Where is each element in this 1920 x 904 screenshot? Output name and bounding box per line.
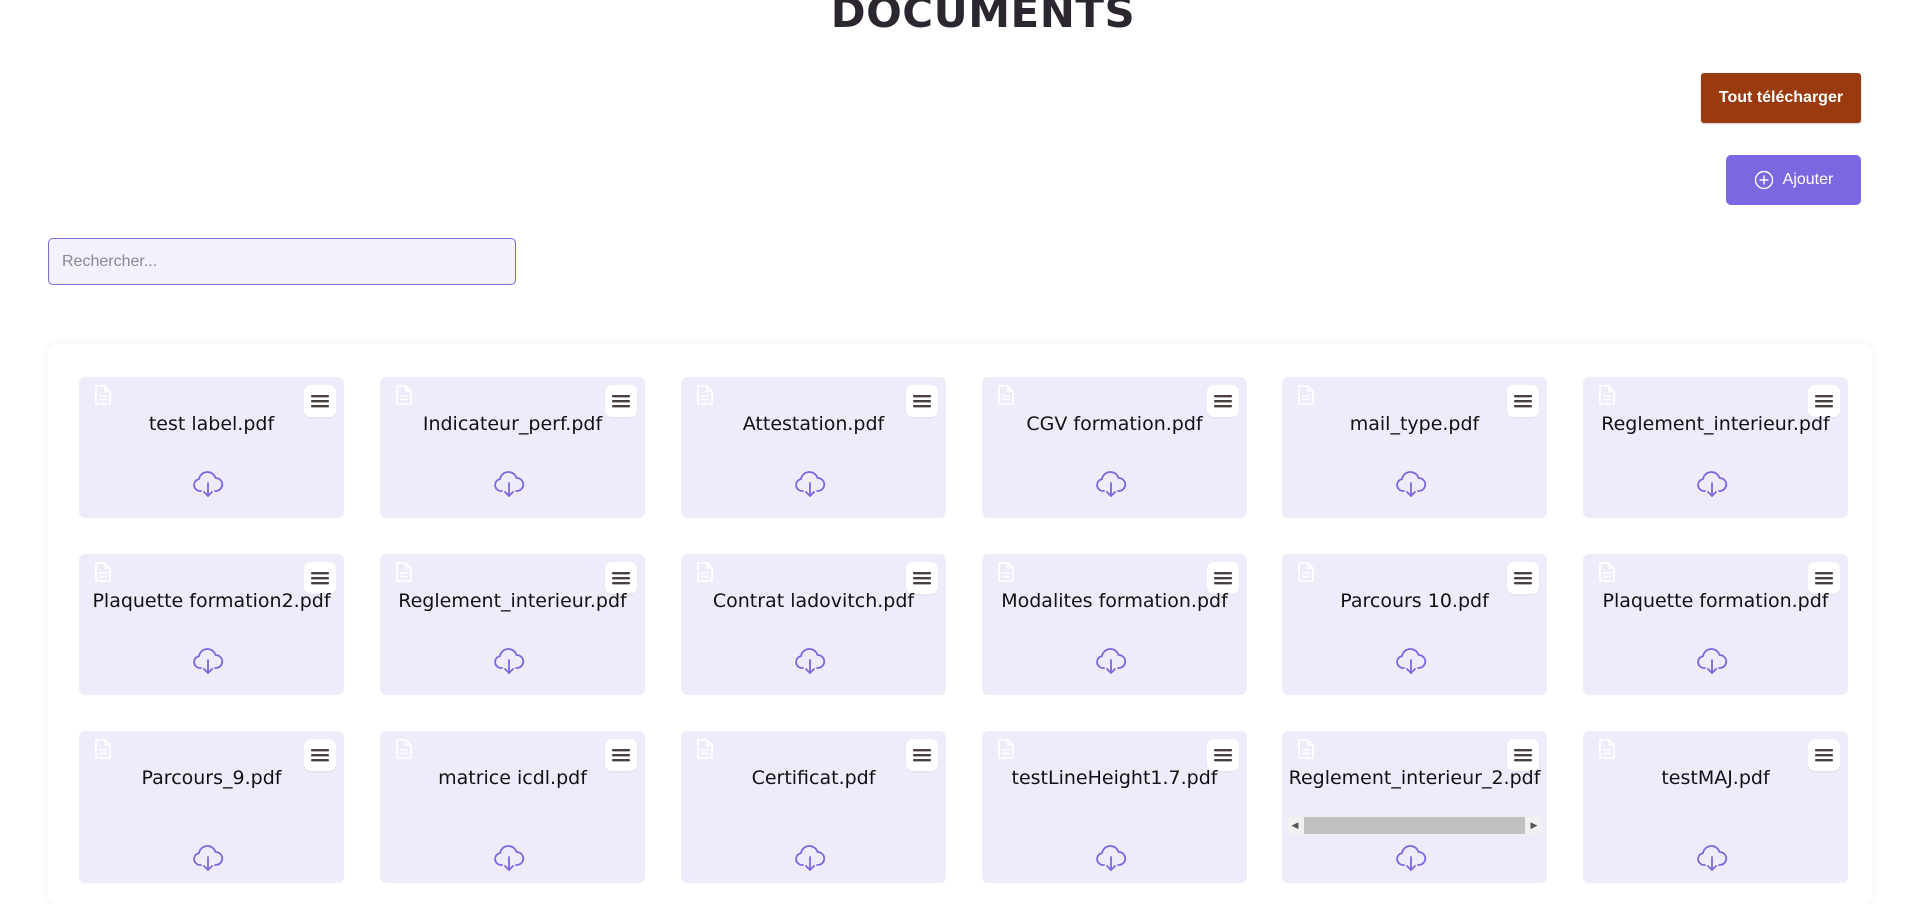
download-icon[interactable] (794, 648, 826, 680)
page-title: DOCUMENTS (830, 0, 1136, 37)
document-name: Plaquette formation2.pdf (92, 590, 331, 612)
file-icon (1297, 739, 1315, 763)
document-card: Reglement_interieur.pdf (380, 554, 645, 695)
document-card: mail_type.pdf (1282, 377, 1547, 518)
scroll-right-icon[interactable]: ▶ (1526, 817, 1542, 834)
download-icon[interactable] (1095, 471, 1127, 503)
document-name: Certificat.pdf (751, 767, 876, 789)
file-icon (395, 739, 413, 763)
document-name: Reglement_interieur.pdf (1601, 413, 1830, 435)
file-icon (696, 739, 714, 763)
download-icon[interactable] (1095, 845, 1127, 877)
document-name: Parcours_9.pdf (141, 767, 282, 789)
document-card: Plaquette formation.pdf (1583, 554, 1848, 695)
file-icon (94, 739, 112, 763)
document-card: Reglement_interieur_2.pdf ◀ ▶ (1282, 731, 1547, 883)
download-icon[interactable] (493, 845, 525, 877)
file-icon (1598, 385, 1616, 409)
document-name: matrice icdl.pdf (438, 767, 587, 789)
file-icon (997, 562, 1015, 586)
download-icon[interactable] (192, 845, 224, 877)
document-name: testLineHeight1.7.pdf (1011, 767, 1218, 789)
download-icon[interactable] (1696, 471, 1728, 503)
download-icon[interactable] (493, 471, 525, 503)
download-icon[interactable] (192, 471, 224, 503)
file-icon (1598, 562, 1616, 586)
add-button-label: Ajouter (1782, 171, 1834, 188)
file-icon (94, 562, 112, 586)
download-all-button[interactable]: Tout télécharger (1701, 73, 1861, 123)
document-card: Parcours_9.pdf (79, 731, 344, 883)
download-icon[interactable] (493, 648, 525, 680)
document-name: Attestation.pdf (742, 413, 885, 435)
document-name: Contrat ladovitch.pdf (712, 590, 915, 612)
file-icon (997, 385, 1015, 409)
document-card: Reglement_interieur.pdf (1583, 377, 1848, 518)
download-icon[interactable] (794, 471, 826, 503)
document-card: Attestation.pdf (681, 377, 946, 518)
document-card: CGV formation.pdf (982, 377, 1247, 518)
scroll-left-icon[interactable]: ◀ (1287, 817, 1303, 834)
document-name: Indicateur_perf.pdf (422, 413, 603, 435)
download-icon[interactable] (794, 845, 826, 877)
document-card: Certificat.pdf (681, 731, 946, 883)
add-button[interactable]: Ajouter (1726, 155, 1861, 205)
document-card: Plaquette formation2.pdf (79, 554, 344, 695)
document-name: testMAJ.pdf (1661, 767, 1770, 789)
file-icon (395, 562, 413, 586)
document-card: testMAJ.pdf (1583, 731, 1848, 883)
file-icon (94, 385, 112, 409)
document-card: test label.pdf (79, 377, 344, 518)
document-name: test label.pdf (148, 413, 275, 435)
download-icon[interactable] (1395, 648, 1427, 680)
download-icon[interactable] (1696, 648, 1728, 680)
document-card: Modalites formation.pdf (982, 554, 1247, 695)
download-icon[interactable] (192, 648, 224, 680)
file-icon (1598, 739, 1616, 763)
scrollbar-thumb[interactable] (1304, 817, 1525, 834)
horizontal-scrollbar[interactable]: ◀ ▶ (1287, 817, 1542, 834)
file-icon (395, 385, 413, 409)
file-icon (1297, 385, 1315, 409)
document-card: matrice icdl.pdf (380, 731, 645, 883)
documents-panel: test label.pdf Indicateur_perf.pdf Attesta… (48, 344, 1872, 904)
document-name: Plaquette formation.pdf (1602, 590, 1829, 612)
document-name: Reglement_interieur.pdf (398, 590, 627, 612)
document-card: testLineHeight1.7.pdf (982, 731, 1247, 883)
download-icon[interactable] (1395, 845, 1427, 877)
file-icon (696, 562, 714, 586)
file-icon (696, 385, 714, 409)
file-icon (1297, 562, 1315, 586)
download-icon[interactable] (1095, 648, 1127, 680)
documents-page: DOCUMENTS Tout télécharger Ajouter test … (0, 0, 1920, 904)
document-name: Reglement_interieur_2.pdf (1288, 767, 1541, 789)
document-card: Parcours 10.pdf (1282, 554, 1547, 695)
document-name: Modalites formation.pdf (1001, 590, 1228, 612)
document-name: mail_type.pdf (1349, 413, 1480, 435)
document-card: Contrat ladovitch.pdf (681, 554, 946, 695)
document-name: CGV formation.pdf (1026, 413, 1203, 435)
document-name: Parcours 10.pdf (1340, 590, 1489, 612)
file-icon (997, 739, 1015, 763)
search-input[interactable] (48, 238, 516, 285)
document-card: Indicateur_perf.pdf (380, 377, 645, 518)
plus-circle-icon (1754, 170, 1774, 190)
download-icon[interactable] (1395, 471, 1427, 503)
download-icon[interactable] (1696, 845, 1728, 877)
